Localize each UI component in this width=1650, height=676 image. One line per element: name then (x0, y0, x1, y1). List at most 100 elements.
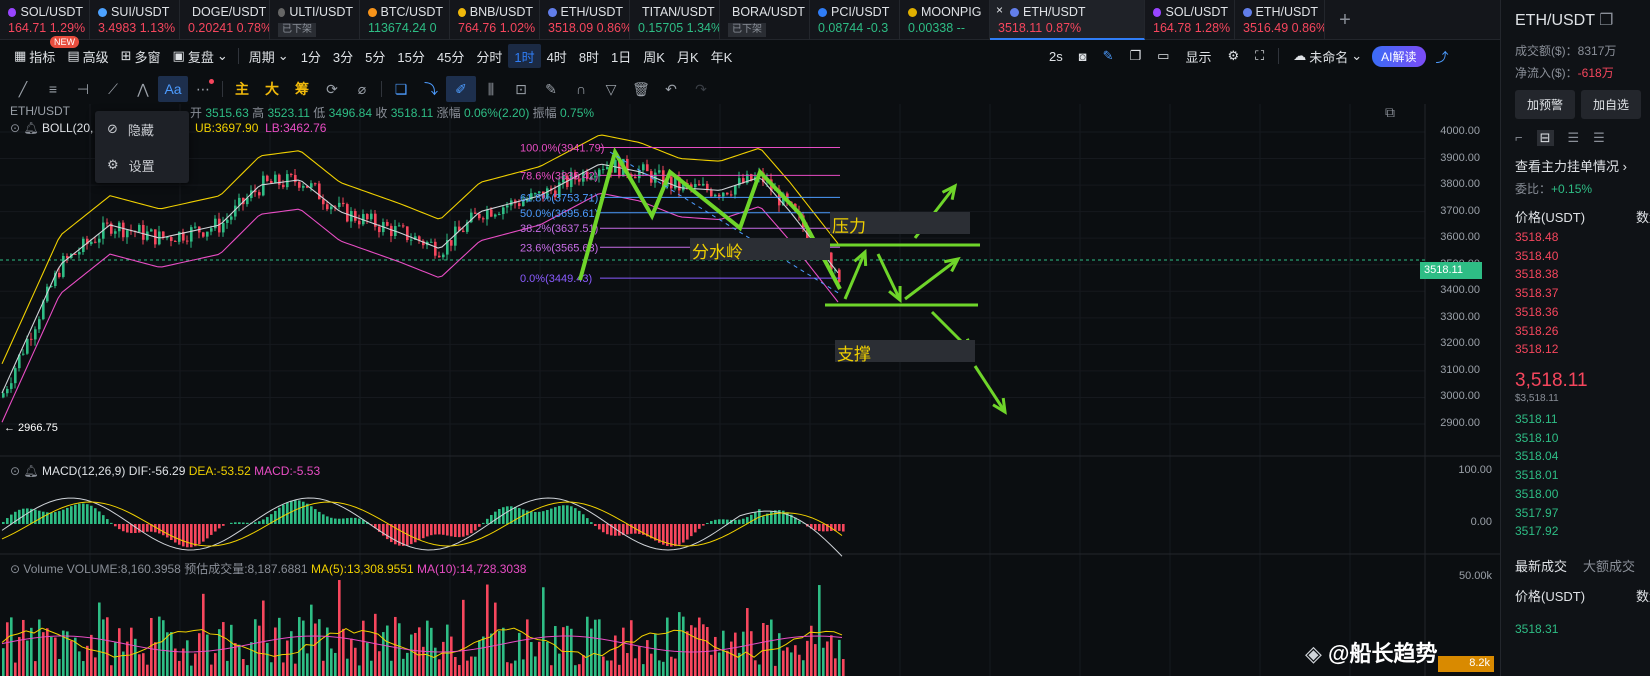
trendline-icon[interactable]: ╱ (8, 76, 38, 102)
ticker-tab[interactable]: DOGE/USDT 0.20241 0.78% (180, 0, 270, 40)
order-row[interactable]: 3518.37 (1515, 286, 1558, 300)
eraser-icon[interactable]: ⌀ (347, 76, 377, 102)
magnet-icon[interactable]: ∩ (566, 76, 596, 102)
order-row[interactable]: 3518.04 (1515, 449, 1558, 463)
order-row[interactable]: 3518.26 (1515, 324, 1558, 338)
indicator-button[interactable]: ▦ 指标 NEW (8, 36, 79, 68)
filter-icon[interactable]: ▽ (596, 76, 626, 102)
edit-icon[interactable]: ✎ (536, 76, 566, 102)
trash-icon[interactable]: 🗑 (626, 76, 656, 102)
interval-option[interactable]: 1分 (295, 44, 327, 68)
order-row[interactable]: 3518.40 (1515, 249, 1558, 263)
book-both-icon[interactable]: ⌐ (1515, 130, 1523, 146)
order-row[interactable]: 3518.36 (1515, 305, 1558, 319)
book-split-icon[interactable]: ⊟ (1536, 130, 1554, 146)
order-row[interactable]: 3518.01 (1515, 468, 1558, 482)
replay-button[interactable]: ▣ 复盘 ⌄ (167, 44, 234, 68)
order-row[interactable]: 3518.38 (1515, 267, 1558, 281)
order-row[interactable]: 3518.00 (1515, 487, 1558, 501)
interval-option[interactable]: 1日 (605, 44, 637, 68)
redo-icon[interactable]: ↷ (686, 76, 716, 102)
gear-icon[interactable]: ⚙ (1221, 44, 1245, 68)
parallel-lines-icon[interactable]: ≡ (38, 76, 68, 102)
share-icon[interactable]: ⤴ (1430, 44, 1455, 68)
main-indicator-button[interactable]: 主 (227, 76, 257, 102)
maximize-icon[interactable]: ⧉ (1385, 104, 1395, 121)
layout-icon[interactable]: ▭ (1151, 44, 1175, 68)
pen-icon[interactable]: ✎ (1097, 44, 1120, 68)
candles-icon[interactable]: ⫼ (476, 76, 506, 102)
interval-option[interactable]: 3分 (327, 44, 359, 68)
continuous-draw-icon[interactable]: ⤵ (416, 76, 446, 102)
horizontal-line-icon[interactable]: ⊣ (68, 76, 98, 102)
eye-icon[interactable]: ⊙ (10, 464, 20, 478)
fullscreen-icon[interactable]: ⛶ (1249, 44, 1270, 68)
ticker-tab[interactable]: ETH/USDT 3518.09 0.86% (540, 0, 630, 40)
cloud-layout-button[interactable]: ☁ 未命名 ⌄ (1287, 44, 1368, 68)
ticker-tab[interactable]: ULTI/USDT 已下架 (270, 0, 360, 40)
window-icon[interactable]: ❐ (1599, 12, 1613, 29)
order-row[interactable]: 3518.10 (1515, 431, 1558, 445)
close-icon[interactable]: × (996, 3, 1003, 17)
big-trades-tab[interactable]: 大额成交 (1583, 556, 1635, 575)
ticker-tab[interactable]: SOL/USDT 164.71 1.29% (0, 0, 90, 40)
add-watchlist-button[interactable]: 加自选 (1581, 90, 1642, 119)
chip-button[interactable]: 筹 (287, 76, 317, 102)
ticker-tab[interactable]: MOONPIG 0.00338 -- (900, 0, 990, 40)
add-alert-button[interactable]: 加预警 (1515, 90, 1576, 119)
add-tab-button[interactable]: + (1325, 0, 1365, 40)
ticker-tab[interactable]: SUI/USDT 3.4983 1.13% (90, 0, 180, 40)
period-select[interactable]: 周期 ⌄ (243, 44, 295, 68)
pattern-icon[interactable]: ⋀ (128, 76, 158, 102)
ticker-tab[interactable]: BNB/USDT 764.76 1.02% (450, 0, 540, 40)
book-bids-icon[interactable]: ☰ (1568, 130, 1580, 146)
camera-icon[interactable]: ◙ (1073, 44, 1093, 68)
order-row[interactable]: 3518.48 (1515, 230, 1558, 244)
display-button[interactable]: 显示 (1179, 44, 1217, 68)
ticker-tab[interactable]: ETH/USDT 3518.11 0.87% × (990, 0, 1145, 40)
big-order-button[interactable]: 大 (257, 76, 287, 102)
chart-canvas[interactable]: 100.0%(3941.79) 78.6%(3836.42) 61.8%(3753.… (0, 104, 1500, 676)
interval-option[interactable]: 1时 (508, 44, 541, 68)
ticker-tab[interactable]: BORA/USDT 已下架 (720, 0, 810, 40)
order-row[interactable]: 3518.12 (1515, 342, 1558, 356)
ai-button[interactable]: AI解读 (1372, 45, 1426, 67)
ticker-tab[interactable]: BTC/USDT 113674.24 0 (360, 0, 450, 40)
interval-option[interactable]: 45分 (431, 44, 470, 68)
text-icon[interactable]: Aa (158, 76, 188, 102)
order-row[interactable]: 3518.11 (1515, 412, 1558, 426)
book-asks-icon[interactable]: ☰ (1593, 130, 1605, 146)
main-orders-link[interactable]: 查看主力挂单情况 › (1515, 156, 1627, 175)
bell-icon[interactable]: 🔔︎ (23, 464, 38, 478)
copy-icon[interactable]: ❏ (386, 76, 416, 102)
more-icon[interactable]: ⋯ (188, 76, 218, 102)
interval-option[interactable]: 分时 (470, 44, 508, 68)
order-row[interactable]: 3517.92 (1515, 524, 1558, 538)
multi-window-button[interactable]: ⊞ 多窗 (115, 44, 167, 68)
ticker-tab[interactable]: ETH/USDT 3516.49 0.86% (1235, 0, 1325, 40)
draw-mode-icon[interactable]: ✐ (446, 76, 476, 102)
interval-option[interactable]: 周K (637, 44, 671, 68)
interval-option[interactable]: 15分 (391, 44, 430, 68)
interval-option[interactable]: 月K (671, 44, 705, 68)
ticker-tab[interactable]: TITAN/USDT 0.15705 1.34% (630, 0, 720, 40)
settings-menu-item[interactable]: ⚙ 设置 (95, 147, 189, 183)
interval-option[interactable]: 8时 (573, 44, 605, 68)
sync-icon[interactable]: ⟳ (317, 76, 347, 102)
chart-area[interactable]: 100.0%(3941.79) 78.6%(3836.42) 61.8%(3753.… (0, 104, 1500, 676)
interval-option[interactable]: 5分 (359, 44, 391, 68)
speed-button[interactable]: 2s (1043, 44, 1069, 68)
latest-trades-tab[interactable]: 最新成交 (1515, 556, 1567, 575)
ruler-icon[interactable]: ⟋ (98, 76, 128, 102)
interval-option[interactable]: 年K (705, 44, 739, 68)
bell-icon[interactable]: 🔔︎ (23, 121, 38, 135)
hide-menu-item[interactable]: ⊘ 隐藏 (95, 111, 189, 147)
interval-option[interactable]: 4时 (541, 44, 573, 68)
order-row[interactable]: 3517.97 (1515, 506, 1558, 520)
undo-icon[interactable]: ↶ (656, 76, 686, 102)
ticker-tab[interactable]: PCI/USDT 0.08744 -0.3 (810, 0, 900, 40)
eye-icon[interactable]: ⊙ (10, 121, 20, 135)
eye-icon[interactable]: ⊙ (10, 562, 20, 576)
ticker-tab[interactable]: SOL/USDT 164.78 1.28% (1145, 0, 1235, 40)
window-icon[interactable]: ❐ (1124, 44, 1148, 68)
